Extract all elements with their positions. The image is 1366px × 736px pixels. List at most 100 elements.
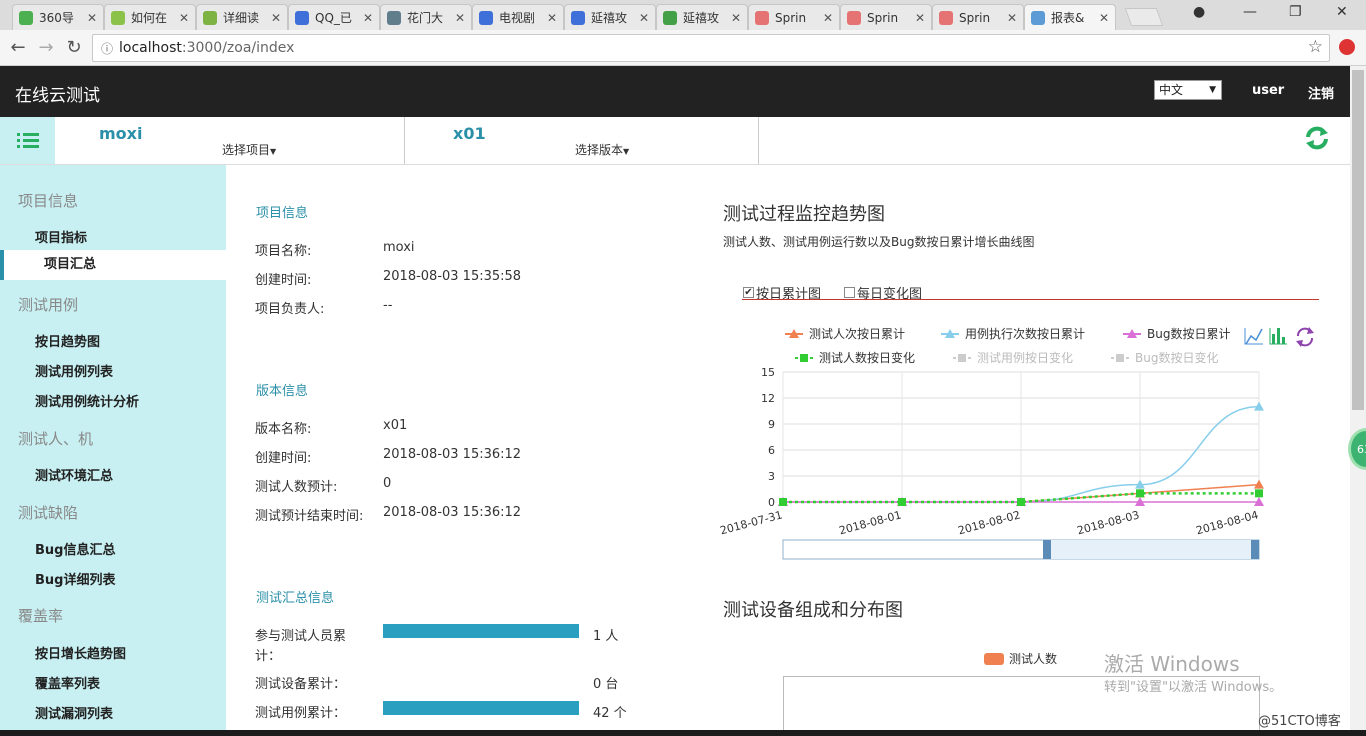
- tab-favicon-icon: [571, 10, 585, 25]
- forward-icon[interactable]: →: [36, 37, 56, 58]
- sidebar-item-daily-trend[interactable]: 按日趋势图: [35, 331, 100, 350]
- tab-close-icon[interactable]: ✕: [729, 11, 743, 25]
- bar-chart-tool-icon[interactable]: [1269, 328, 1287, 345]
- sidebar-group-project-info[interactable]: 项目信息: [18, 190, 78, 211]
- browser-tab[interactable]: 延禧攻 ✕: [564, 4, 656, 30]
- scrollbar-thumb[interactable]: [1352, 70, 1364, 410]
- app-title: 在线云测试: [15, 86, 100, 106]
- data-point[interactable]: [1136, 489, 1144, 498]
- address-bar: ← → ↻ ⓘ localhost:3000/zoa/index ☆: [0, 30, 1366, 66]
- trend-line-chart: 测试人次按日累计 用例执行次数按日累计 Bug数按日累计测试人数按日变化 测试用例按日…: [719, 326, 1314, 560]
- sidebar-group-testers-devices[interactable]: 测试人、机: [18, 428, 93, 449]
- data-point[interactable]: [1017, 498, 1025, 506]
- legend-label: 测试用例按日变化: [977, 350, 1073, 365]
- back-icon[interactable]: ←: [8, 37, 28, 58]
- language-select[interactable]: 中文 ▼: [1154, 80, 1222, 100]
- version-select-label[interactable]: 选择版本▼: [575, 141, 629, 158]
- data-point[interactable]: [898, 498, 906, 506]
- project-selector[interactable]: moxi 选择项目▼: [55, 117, 405, 164]
- tab-close-icon[interactable]: ✕: [1097, 11, 1111, 25]
- data-point[interactable]: [1254, 479, 1264, 489]
- browser-tab[interactable]: 报表& ✕: [1024, 4, 1116, 30]
- new-tab-button[interactable]: [1124, 8, 1164, 26]
- extension-icon[interactable]: [1339, 39, 1355, 55]
- browser-tab[interactable]: Sprin ✕: [840, 4, 932, 30]
- user-link[interactable]: user: [1252, 83, 1284, 98]
- logout-link[interactable]: 注销: [1308, 83, 1334, 102]
- restore-tool-icon[interactable]: [1296, 327, 1314, 347]
- device-legend-label: 测试人数: [1009, 652, 1058, 666]
- profile-icon[interactable]: ●: [1193, 4, 1205, 20]
- sidebar-item-env-summary[interactable]: 测试环境汇总: [35, 465, 113, 484]
- tab-close-icon[interactable]: ✕: [85, 11, 99, 25]
- browser-tab[interactable]: 延禧攻 ✕: [656, 4, 748, 30]
- refresh-icon[interactable]: [1304, 125, 1330, 151]
- browser-tab[interactable]: 花门大 ✕: [380, 4, 472, 30]
- activation-watermark-sub: 转到"设置"以激活 Windows。: [1104, 680, 1283, 695]
- caret-down-icon: ▼: [623, 147, 630, 156]
- sidebar-group-test-cases[interactable]: 测试用例: [18, 294, 78, 315]
- legend-item[interactable]: 测试人数按日变化: [795, 350, 915, 365]
- browser-tab[interactable]: Sprin ✕: [932, 4, 1024, 30]
- project-select-label[interactable]: 选择项目▼: [222, 141, 276, 158]
- tab-close-icon[interactable]: ✕: [913, 11, 927, 25]
- expected-end-value: 2018-08-03 15:36:12: [383, 505, 522, 520]
- menu-toggle-button[interactable]: [0, 117, 55, 164]
- version-selector[interactable]: x01 选择版本▼: [405, 117, 759, 164]
- data-zoom-slider[interactable]: [782, 539, 1260, 560]
- url-host: localhost: [119, 40, 182, 56]
- sidebar-item-case-list[interactable]: 测试用例列表: [35, 361, 113, 380]
- sidebar-group-coverage[interactable]: 覆盖率: [18, 605, 63, 626]
- zoom-handle-left[interactable]: [1043, 540, 1051, 559]
- legend-item[interactable]: 用例执行次数按日累计: [941, 326, 1085, 341]
- trend-chart-title: 测试过程监控趋势图: [723, 204, 885, 225]
- data-point[interactable]: [1255, 489, 1263, 498]
- sidebar-item-vuln-list[interactable]: 测试漏洞列表: [35, 703, 113, 722]
- browser-tab[interactable]: Sprin ✕: [748, 4, 840, 30]
- project-name-label: 项目名称:: [255, 244, 312, 259]
- tab-close-icon[interactable]: ✕: [545, 11, 559, 25]
- line-chart-tool-icon[interactable]: [1244, 328, 1263, 345]
- zoom-handle-right[interactable]: [1251, 540, 1259, 559]
- tab-close-icon[interactable]: ✕: [177, 11, 191, 25]
- close-window-icon[interactable]: ✕: [1336, 4, 1348, 20]
- sidebar-item-bug-summary[interactable]: Bug信息汇总: [35, 539, 115, 558]
- tab-label: 详细读: [223, 11, 260, 25]
- tab-close-icon[interactable]: ✕: [361, 11, 375, 25]
- project-created-label: 创建时间:: [255, 273, 312, 288]
- legend-item[interactable]: 测试人次按日累计: [785, 326, 905, 341]
- sidebar-item-project-metrics[interactable]: 项目指标: [35, 227, 87, 246]
- maximize-icon[interactable]: ❐: [1289, 4, 1302, 20]
- sidebar-item-case-analysis[interactable]: 测试用例统计分析: [35, 391, 139, 410]
- bookmark-star-icon[interactable]: ☆: [1308, 37, 1323, 57]
- url-input[interactable]: ⓘ localhost:3000/zoa/index ☆: [92, 34, 1330, 62]
- sidebar-group-defects[interactable]: 测试缺陷: [18, 502, 78, 523]
- sidebar-item-coverage-trend[interactable]: 按日增长趋势图: [35, 643, 126, 662]
- tab-close-icon[interactable]: ✕: [453, 11, 467, 25]
- tab-close-icon[interactable]: ✕: [637, 11, 651, 25]
- device-legend[interactable]: 测试人数: [984, 650, 1057, 667]
- tab-close-icon[interactable]: ✕: [1005, 11, 1019, 25]
- browser-tab[interactable]: 详细读 ✕: [196, 4, 288, 30]
- legend-item[interactable]: Bug数按日累计: [1123, 326, 1230, 341]
- url-path: :3000/zoa/index: [181, 40, 295, 56]
- legend-item[interactable]: 测试用例按日变化: [953, 350, 1073, 365]
- data-point[interactable]: [779, 498, 787, 506]
- sidebar-item-bug-list[interactable]: Bug详细列表: [35, 569, 115, 588]
- browser-tab[interactable]: QQ_已 ✕: [288, 4, 380, 30]
- page-info-icon[interactable]: ⓘ: [101, 40, 113, 57]
- browser-tab[interactable]: 360导 ✕: [12, 4, 104, 30]
- minimize-icon[interactable]: —: [1243, 4, 1257, 20]
- browser-tab[interactable]: 如何在 ✕: [104, 4, 196, 30]
- cases-total-value: 42 个: [593, 706, 627, 721]
- tab-close-icon[interactable]: ✕: [821, 11, 835, 25]
- sidebar-item-project-summary[interactable]: 项目汇总: [0, 250, 226, 280]
- browser-tab[interactable]: 电视剧 ✕: [472, 4, 564, 30]
- reload-icon[interactable]: ↻: [64, 37, 84, 58]
- legend-item[interactable]: Bug数按日变化: [1111, 350, 1218, 365]
- y-tick-label: 9: [768, 418, 775, 431]
- tab-label: QQ_已: [315, 11, 352, 25]
- tab-close-icon[interactable]: ✕: [269, 11, 283, 25]
- devices-total-value: 0 台: [593, 677, 619, 692]
- sidebar-item-coverage-list[interactable]: 覆盖率列表: [35, 673, 100, 692]
